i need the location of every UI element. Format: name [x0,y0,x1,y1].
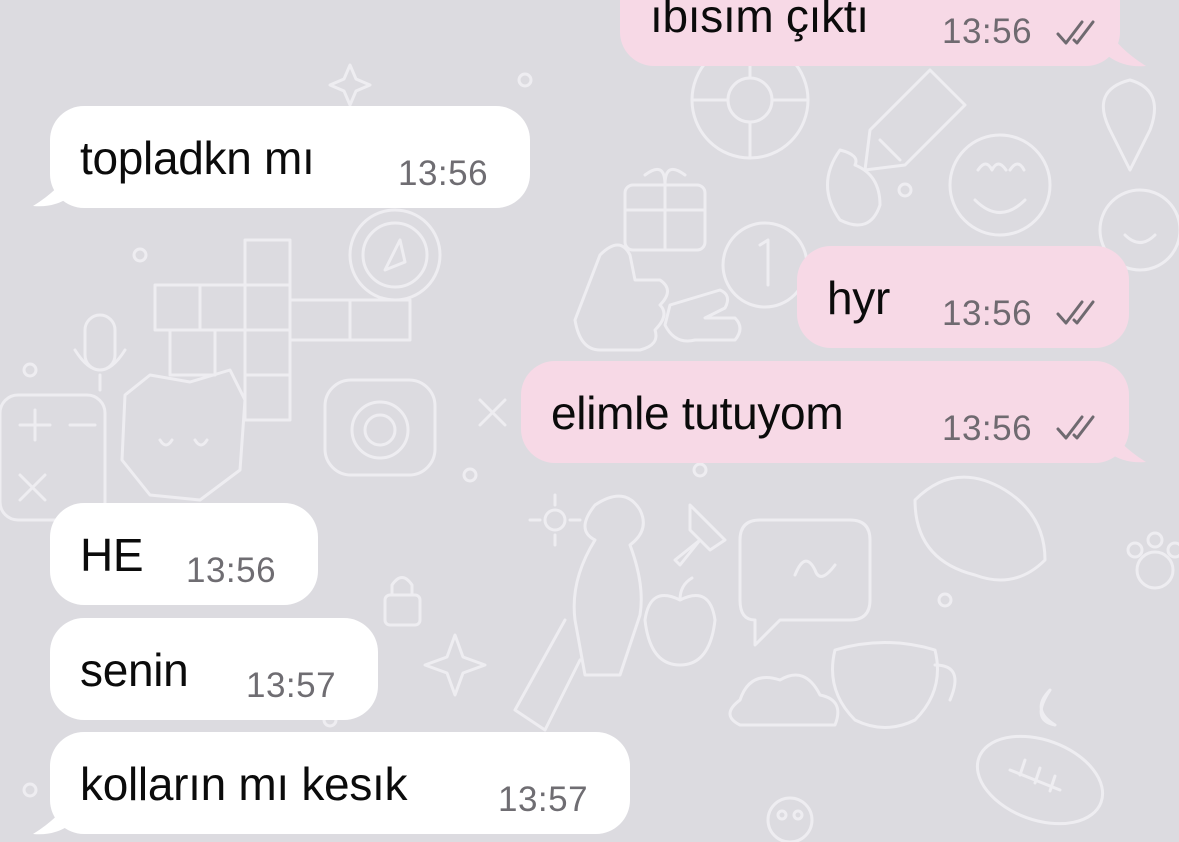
message-timestamp: 13:56 [186,551,277,590]
read-ticks-icon [1056,300,1095,325]
message-bubble-outgoing[interactable]: hyr 13:56 [797,246,1129,348]
message-bubble-incoming[interactable]: senin 13:57 [50,618,378,720]
message-bubble-outgoing[interactable]: elimle tutuyom 13:56 [521,361,1129,463]
message-bubble-incoming[interactable]: topladkn mı 13:56 [50,106,530,208]
message-bubble-outgoing[interactable]: ıbısım çıktı 13:56 [620,0,1120,66]
message-text: kolların mı kesık [80,758,408,810]
message-timestamp: 13:56 [398,154,489,193]
message-timestamp: 13:56 [942,294,1033,333]
message-timestamp: 13:56 [942,12,1033,51]
message-timestamp: 13:56 [942,409,1033,448]
message-text: ıbısım çıktı [650,0,869,42]
message-text: elimle tutuyom [551,387,844,439]
message-text: topladkn mı [80,132,315,184]
message-text: HE [80,529,144,581]
bubble-tail-outgoing [1106,28,1146,67]
read-ticks-icon [1056,20,1095,45]
message-timestamp: 13:57 [498,780,589,819]
bubble-tail-outgoing [1106,424,1146,463]
message-text: senin [80,644,189,696]
message-bubble-incoming[interactable]: HE 13:56 [50,503,318,605]
message-text: hyr [827,272,891,324]
message-bubble-incoming[interactable]: kolların mı kesık 13:57 [50,732,630,834]
read-ticks-icon [1056,415,1095,440]
message-timestamp: 13:57 [246,666,337,705]
bubble-tail-incoming [33,796,73,835]
